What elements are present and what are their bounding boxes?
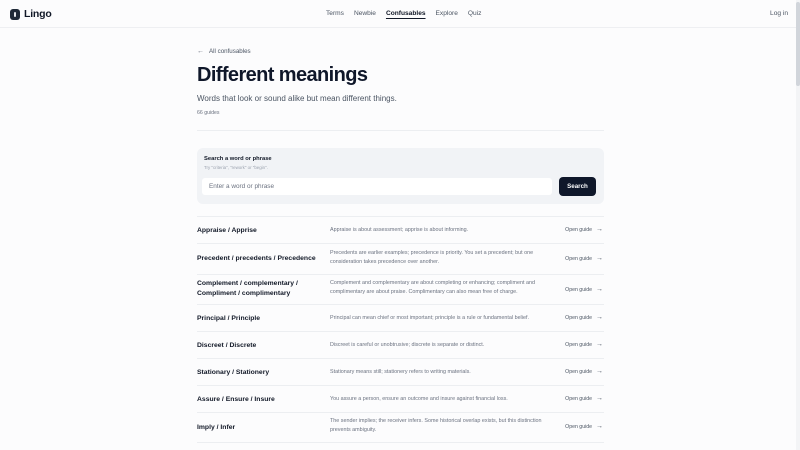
brand-name: Lingo — [24, 8, 52, 20]
guide-list: Appraise / Apprise Appraise is about ass… — [197, 216, 604, 443]
open-guide-label: Open guide — [565, 314, 592, 321]
arrow-right-icon: → — [596, 255, 603, 262]
arrow-left-icon: ← — [197, 48, 204, 55]
guide-description: Precedents are earlier examples; precede… — [330, 250, 534, 265]
open-guide-label: Open guide — [565, 368, 592, 375]
guide-row[interactable]: Principal / Principle Principal can mean… — [197, 305, 604, 332]
guide-description: You assure a person, ensure an outcome a… — [330, 396, 508, 402]
nav-confusables[interactable]: Confusables — [386, 10, 426, 17]
back-link[interactable]: ← All confusables — [197, 48, 251, 55]
guide-term: Discreet / Discrete — [197, 342, 257, 349]
guide-row[interactable]: Precedent / precedents / Precedence Prec… — [197, 244, 604, 275]
guide-term: Principal / Principle — [197, 315, 261, 322]
search-panel: Search a word or phrase Try "criteria", … — [197, 148, 604, 204]
open-guide-label: Open guide — [565, 286, 592, 293]
open-guide-link[interactable]: Open guide → — [565, 341, 603, 348]
open-guide-label: Open guide — [565, 226, 592, 233]
open-guide-label: Open guide — [565, 395, 592, 402]
arrow-right-icon: → — [596, 368, 603, 375]
page-subtitle: Words that look or sound alike but mean … — [197, 94, 397, 103]
top-bar: Lingo Terms Newbie Confusables Explore Q… — [0, 0, 800, 28]
search-title: Search a word or phrase — [204, 156, 272, 162]
nav-terms[interactable]: Terms — [326, 10, 344, 17]
guide-term: Assure / Ensure / Insure — [197, 396, 275, 403]
guide-row[interactable]: Assure / Ensure / Insure You assure a pe… — [197, 386, 604, 413]
search-hint: Try "criteria", "rework" or "begin". — [204, 165, 268, 170]
arrow-right-icon: → — [596, 341, 603, 348]
open-guide-link[interactable]: Open guide → — [565, 314, 603, 321]
arrow-right-icon: → — [596, 423, 603, 430]
search-input[interactable] — [202, 178, 552, 195]
guide-description: The sender implies; the receiver infers.… — [330, 418, 542, 433]
open-guide-label: Open guide — [565, 423, 592, 430]
guide-term: Imply / Infer — [197, 424, 236, 431]
guide-term: Complement / complementary / Compliment … — [197, 280, 298, 297]
guide-row[interactable]: Stationary / Stationery Stationary means… — [197, 359, 604, 386]
logo-icon — [10, 8, 20, 20]
divider — [197, 130, 604, 131]
open-guide-link[interactable]: Open guide → — [565, 226, 603, 233]
open-guide-link[interactable]: Open guide → — [565, 286, 603, 293]
main-nav: Terms Newbie Confusables Explore Quiz — [326, 10, 491, 17]
arrow-right-icon: → — [596, 226, 603, 233]
arrow-right-icon: → — [596, 314, 603, 321]
open-guide-label: Open guide — [565, 255, 592, 262]
nav-explore[interactable]: Explore — [436, 10, 458, 17]
nav-newbie[interactable]: Newbie — [354, 10, 376, 17]
login-link[interactable]: Log in — [770, 10, 788, 17]
open-guide-link[interactable]: Open guide → — [565, 423, 603, 430]
guide-term: Stationary / Stationery — [197, 369, 270, 376]
guide-row[interactable]: Imply / Infer The sender implies; the re… — [197, 413, 604, 443]
guide-description: Complement and complementary are about c… — [330, 280, 535, 295]
search-button[interactable]: Search — [559, 177, 596, 196]
page-title: Different meanings — [197, 64, 368, 86]
nav-quiz[interactable]: Quiz — [468, 10, 482, 17]
guide-description: Stationary means still; stationery refer… — [330, 369, 471, 375]
open-guide-link[interactable]: Open guide → — [565, 255, 603, 262]
back-link-label: All confusables — [209, 48, 251, 55]
open-guide-link[interactable]: Open guide → — [565, 395, 603, 402]
guide-description: Appraise is about assessment; apprise is… — [330, 227, 469, 233]
page-scrollbar[interactable] — [796, 0, 800, 450]
guide-row[interactable]: Discreet / Discrete Discreet is careful … — [197, 332, 604, 359]
arrow-right-icon: → — [596, 395, 603, 402]
guide-row[interactable]: Complement / complementary / Compliment … — [197, 275, 604, 305]
guide-description: Principal can mean chief or most importa… — [330, 315, 529, 321]
guide-term: Appraise / Apprise — [197, 227, 257, 234]
arrow-right-icon: → — [596, 286, 603, 293]
guide-row[interactable]: Appraise / Apprise Appraise is about ass… — [197, 217, 604, 244]
scrollbar-thumb[interactable] — [796, 2, 800, 86]
guide-count: 66 guides — [197, 110, 220, 116]
guide-term: Precedent / precedents / Precedence — [197, 255, 316, 262]
open-guide-link[interactable]: Open guide → — [565, 368, 603, 375]
open-guide-label: Open guide — [565, 341, 592, 348]
brand-logo[interactable]: Lingo — [10, 8, 52, 20]
guide-description: Discreet is careful or unobtrusive; disc… — [330, 342, 485, 348]
